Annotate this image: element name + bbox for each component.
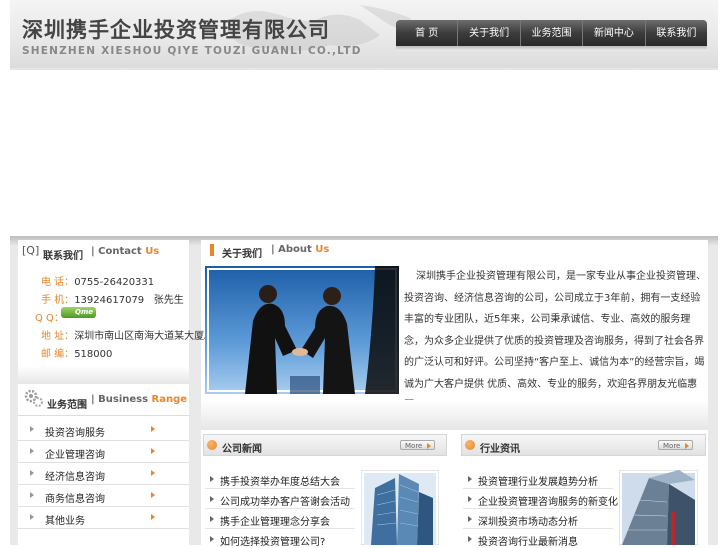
news-divider bbox=[205, 488, 355, 489]
news-right-item[interactable]: 投资咨询行业最新消息 bbox=[478, 533, 578, 548]
news-divider bbox=[463, 488, 613, 489]
contact-title-en: | Contact Us bbox=[91, 246, 160, 257]
business-item[interactable]: 企业管理咨询 bbox=[18, 442, 189, 463]
contact-qq: Q Q： bbox=[35, 313, 64, 324]
about-title-en: | About Us bbox=[271, 244, 330, 255]
about-marker-icon bbox=[210, 244, 214, 256]
orange-dot-icon bbox=[207, 440, 217, 450]
business-item[interactable]: 其他业务 bbox=[18, 508, 189, 529]
news-divider bbox=[205, 508, 355, 509]
nav-news[interactable]: 新闻中心 bbox=[582, 20, 644, 46]
contact-icon: [Q] bbox=[22, 244, 40, 257]
nav-shadow bbox=[396, 46, 707, 51]
business-divider bbox=[18, 415, 189, 416]
about-text: 深圳携手企业投资管理有限公司，是一家专业从事企业投资管理、投资咨询、经济信息咨询… bbox=[404, 271, 706, 411]
news-right-item[interactable]: 企业投资管理咨询服务的新变化 bbox=[478, 493, 618, 508]
about-divider bbox=[201, 400, 708, 430]
nav-home[interactable]: 首 页 bbox=[396, 20, 457, 46]
bullet-icon bbox=[210, 476, 214, 482]
business-item[interactable]: 经济信息咨询 bbox=[18, 464, 189, 485]
bullet-icon bbox=[210, 536, 214, 542]
business-title-en: | Business Range bbox=[91, 394, 188, 405]
news-right-title: 行业资讯 bbox=[480, 444, 520, 455]
news-right-more-button[interactable]: More bbox=[658, 440, 693, 450]
handshake-photo bbox=[205, 266, 399, 394]
news-right-item[interactable]: 投资管理行业发展趋势分析 bbox=[478, 473, 598, 488]
news-left-item[interactable]: 如何选择投资管理公司? bbox=[220, 533, 325, 548]
main-nav: 首 页 关于我们 业务范围 新闻中心 联系我们 bbox=[396, 20, 707, 46]
contact-divider bbox=[18, 366, 189, 384]
qq-chat-button[interactable]: Qme bbox=[61, 307, 96, 318]
nav-about[interactable]: 关于我们 bbox=[457, 20, 519, 46]
building-photo bbox=[361, 470, 439, 545]
contact-mobile: 手 机：13924617079 张先生 bbox=[41, 295, 184, 306]
business-item[interactable]: 商务信息咨询 bbox=[18, 486, 189, 507]
bullet-icon bbox=[468, 496, 472, 502]
gears-icon bbox=[24, 389, 43, 407]
logo-chinese: 深圳携手企业投资管理有限公司 bbox=[22, 18, 330, 42]
business-title: 业务范围 bbox=[47, 400, 87, 411]
nav-business[interactable]: 业务范围 bbox=[519, 20, 582, 46]
orange-dot-icon bbox=[465, 440, 475, 450]
contact-title: 联系我们 bbox=[43, 251, 83, 262]
tower-photo bbox=[619, 470, 698, 545]
news-divider bbox=[463, 528, 613, 529]
bullet-icon bbox=[210, 496, 214, 502]
news-left-item[interactable]: 携手投资举办年度总结大会 bbox=[220, 473, 340, 488]
nav-contact[interactable]: 联系我们 bbox=[644, 20, 707, 46]
about-title: 关于我们 bbox=[222, 249, 262, 260]
news-left-item[interactable]: 公司成功举办客户答谢会活动 bbox=[220, 493, 350, 508]
news-left-more-button[interactable]: More bbox=[400, 440, 435, 450]
news-divider bbox=[463, 508, 613, 509]
business-item[interactable]: 投资咨询服务 bbox=[18, 420, 189, 441]
bullet-icon bbox=[210, 516, 214, 522]
news-divider bbox=[205, 528, 355, 529]
bullet-icon bbox=[468, 536, 472, 542]
news-left-item[interactable]: 携手企业管理理念分享会 bbox=[220, 513, 330, 528]
contact-zip: 邮 编：518000 bbox=[41, 349, 113, 360]
banner-area bbox=[10, 68, 718, 70]
bullet-icon bbox=[468, 516, 472, 522]
contact-phone: 电 话：0755-26420331 bbox=[41, 277, 155, 288]
logo-english: SHENZHEN XIESHOU QIYE TOUZI GUANLI CO.,L… bbox=[22, 45, 362, 57]
news-left-title: 公司新闻 bbox=[222, 444, 262, 455]
bullet-icon bbox=[468, 476, 472, 482]
news-right-item[interactable]: 深圳投资市场动态分析 bbox=[478, 513, 578, 528]
